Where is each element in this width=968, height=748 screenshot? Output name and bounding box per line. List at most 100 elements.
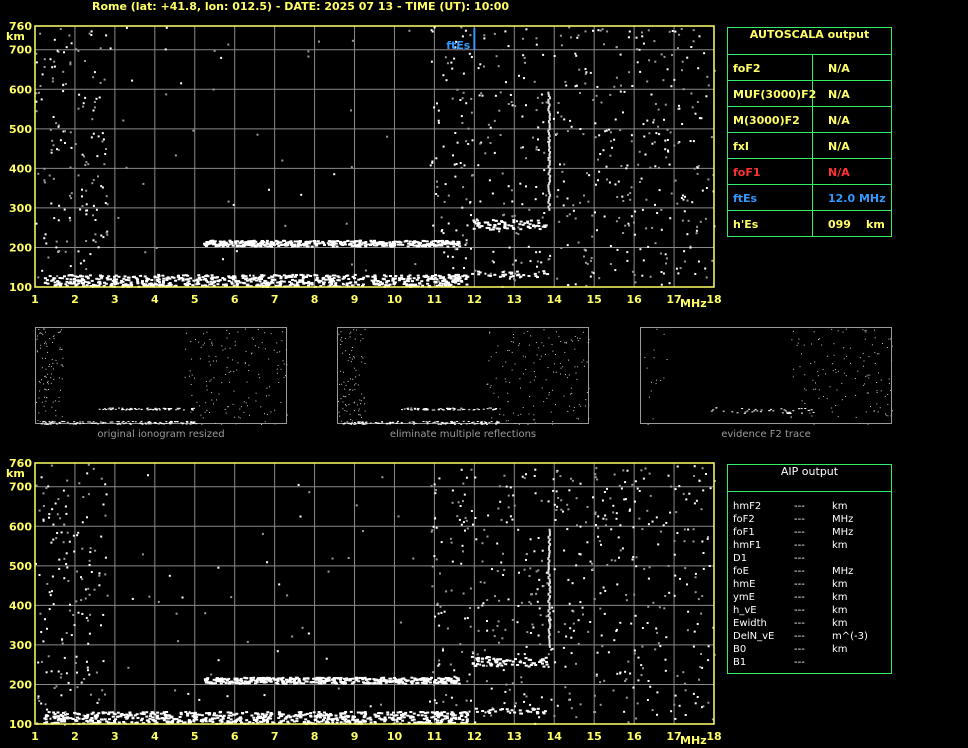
- thumbnail-point: [60, 331, 61, 333]
- trace-point: [204, 717, 208, 720]
- trace-point: [226, 711, 230, 714]
- thumbnail-point: [239, 408, 241, 410]
- trace-point: [491, 708, 495, 711]
- echo-point: [465, 519, 468, 522]
- thumbnail-point: [489, 331, 491, 333]
- echo-point: [433, 684, 436, 686]
- thumbnail-point: [468, 423, 471, 424]
- echo-point: [80, 681, 83, 684]
- echo-point: [40, 660, 43, 663]
- echo-point: [615, 630, 618, 632]
- echo-point: [702, 552, 705, 554]
- thumbnail-point: [342, 423, 345, 425]
- thumbnail-point: [56, 362, 58, 364]
- echo-point: [84, 597, 87, 600]
- trace-point: [148, 717, 152, 720]
- echo-point: [695, 499, 698, 502]
- trace-point: [225, 679, 229, 682]
- thumbnail-point: [837, 330, 839, 332]
- echo-point: [532, 626, 535, 629]
- thumbnail-point: [568, 374, 570, 376]
- echo-point: [307, 632, 310, 635]
- echo-point: [649, 494, 652, 497]
- thumbnail-point: [41, 357, 43, 359]
- echo-point: [664, 658, 667, 661]
- thumbnail-point: [471, 422, 474, 424]
- thumbnail-point: [533, 414, 535, 416]
- trace-point: [513, 711, 517, 714]
- echo-point: [217, 566, 220, 569]
- echo-point: [600, 543, 602, 546]
- trace-point: [545, 663, 549, 666]
- echo-point: [430, 485, 433, 488]
- echo-point: [54, 502, 57, 505]
- thumbnail-point: [274, 409, 276, 411]
- echo-point: [694, 591, 697, 594]
- trace-point: [466, 714, 470, 717]
- echo-point: [553, 714, 556, 717]
- trace-point: [425, 677, 429, 680]
- trace-point: [101, 712, 105, 715]
- echo-point: [51, 508, 54, 511]
- echo-point: [610, 559, 613, 562]
- thumbnail-point: [45, 331, 46, 333]
- echo-point: [631, 558, 634, 561]
- thumbnail-point: [135, 409, 138, 410]
- thumbnail-point: [261, 424, 262, 425]
- thumbnail-point: [49, 338, 51, 340]
- thumbnail-point: [568, 359, 569, 361]
- thumbnail-point: [239, 417, 241, 419]
- echo-point: [57, 498, 60, 501]
- echo-point: [465, 699, 468, 702]
- trace-point: [419, 711, 423, 713]
- trace-point: [265, 676, 269, 679]
- thumbnail-point: [519, 343, 520, 345]
- echo-point: [102, 660, 105, 663]
- thumbnail-point: [270, 333, 272, 335]
- thumbnail-point: [41, 367, 43, 369]
- echo-point: [516, 621, 519, 624]
- echo-point: [434, 492, 437, 495]
- thumbnail-point: [201, 423, 203, 425]
- thumbnail-point: [364, 403, 365, 405]
- trace-point: [362, 715, 366, 718]
- echo-point: [93, 588, 96, 591]
- echo-point: [591, 568, 594, 571]
- thumbnail-point: [871, 344, 873, 346]
- thumbnail-point: [141, 423, 144, 425]
- thumbnail-point: [202, 417, 204, 419]
- echo-point: [663, 607, 666, 610]
- echo-point: [496, 570, 499, 573]
- echo-point: [442, 647, 444, 650]
- trace-point: [373, 713, 377, 716]
- thumbnail-point: [276, 372, 278, 374]
- thumbnail-point: [174, 421, 177, 423]
- echo-point: [261, 532, 264, 535]
- thumbnail-point: [191, 394, 193, 396]
- thumbnail-point: [189, 423, 192, 425]
- echo-point: [464, 529, 466, 532]
- trace-point: [66, 716, 69, 719]
- trace-point: [263, 714, 266, 717]
- echo-point: [490, 714, 493, 717]
- thumbnail-point: [465, 423, 468, 425]
- y-tick-label: 100: [9, 718, 32, 731]
- echo-point: [554, 519, 557, 521]
- echo-point: [486, 599, 489, 601]
- echo-point: [597, 515, 600, 518]
- echo-point: [39, 612, 42, 615]
- thumbnail-point: [396, 422, 399, 424]
- thumbnail-point: [215, 356, 217, 358]
- echo-point: [572, 610, 575, 613]
- thumbnail-point: [647, 424, 649, 425]
- trace-point: [347, 715, 351, 718]
- echo-point: [70, 634, 73, 637]
- echo-point: [664, 595, 667, 597]
- echo-point: [449, 663, 452, 666]
- echo-point: [535, 570, 538, 573]
- trace-point: [224, 682, 228, 684]
- echo-point: [509, 486, 512, 489]
- thumbnail-point: [129, 423, 132, 425]
- echo-point: [569, 627, 572, 630]
- thumbnail-point: [490, 421, 493, 423]
